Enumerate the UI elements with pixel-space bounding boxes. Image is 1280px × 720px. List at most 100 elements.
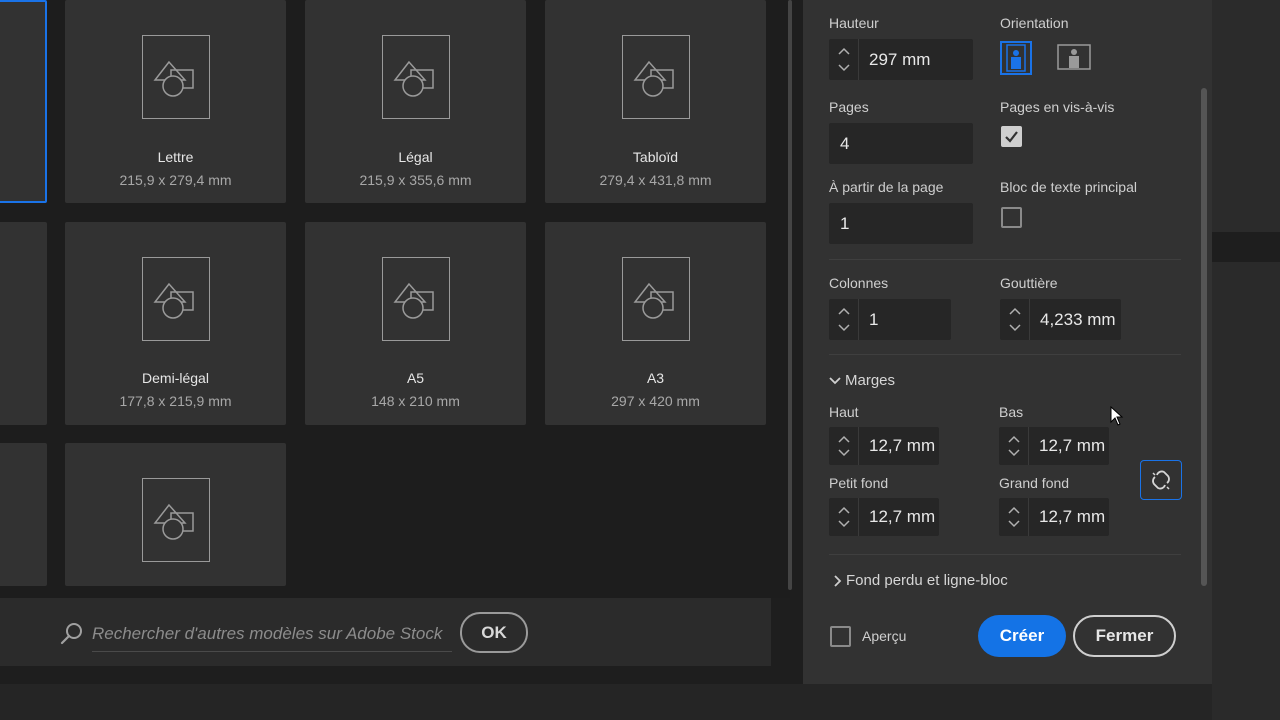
primary-text-frame-checkbox[interactable] <box>1001 207 1022 228</box>
mouse-cursor-icon <box>1110 406 1124 426</box>
preset-tile-lettre[interactable]: Lettre 215,9 x 279,4 mm <box>65 0 286 203</box>
document-icon <box>141 478 210 562</box>
bottom-margin-value: 12,7 mm <box>1039 436 1106 455</box>
gutter-value: 4,233 mm <box>1040 309 1116 329</box>
chevron-up-icon[interactable] <box>1008 435 1020 443</box>
columns-stepper[interactable] <box>829 299 859 340</box>
divider <box>829 259 1181 260</box>
chevron-down-icon[interactable] <box>1008 449 1020 457</box>
preset-size: 215,9 x 279,4 mm <box>119 172 232 188</box>
top-margin-field[interactable]: 12,7 mm <box>829 427 939 465</box>
preset-size: 297 x 420 mm <box>611 393 700 409</box>
preset-size: 148 x 210 mm <box>371 393 460 409</box>
inside-margin-label: Petit fond <box>829 475 889 491</box>
broken-link-icon <box>1152 470 1170 490</box>
portrait-icon <box>1006 44 1026 72</box>
chevron-down-icon[interactable] <box>1008 520 1020 528</box>
preset-tile-legal[interactable]: Légal 215,9 x 355,6 mm <box>305 0 526 203</box>
link-margins-button[interactable] <box>1140 460 1182 500</box>
orientation-label: Orientation <box>1000 15 1069 31</box>
pages-value: 4 <box>840 133 850 153</box>
preset-tile-partial[interactable] <box>0 222 47 425</box>
chevron-up-icon[interactable] <box>838 47 850 55</box>
grid-scrollbar[interactable] <box>788 0 792 590</box>
start-page-label: À partir de la page <box>829 179 944 195</box>
outside-margin-stepper[interactable] <box>999 498 1029 536</box>
bottom-margin-field[interactable]: 12,7 mm <box>999 427 1109 465</box>
columns-value: 1 <box>869 309 879 329</box>
top-margin-label: Haut <box>829 404 859 420</box>
height-field[interactable]: 297 mm <box>829 39 973 80</box>
background-region <box>1212 0 1280 232</box>
gutter-stepper[interactable] <box>1000 299 1030 340</box>
preset-tile-demi-legal[interactable]: Demi-légal 177,8 x 215,9 mm <box>65 222 286 425</box>
start-page-value: 1 <box>840 213 850 233</box>
margins-section-label: Marges <box>845 372 896 389</box>
chevron-down-icon[interactable] <box>1009 324 1021 332</box>
chevron-right-icon <box>834 575 842 587</box>
close-button[interactable]: Fermer <box>1073 615 1176 657</box>
bottom-margin-stepper[interactable] <box>999 427 1029 465</box>
preset-size: 279,4 x 431,8 mm <box>599 172 712 188</box>
preset-tile-a5[interactable]: A5 148 x 210 mm <box>305 222 526 425</box>
outside-margin-field[interactable]: 12,7 mm <box>999 498 1109 536</box>
bleed-section-label: Fond perdu et ligne-bloc <box>846 572 1008 589</box>
inside-margin-stepper[interactable] <box>829 498 859 536</box>
preset-name: A3 <box>646 370 665 386</box>
gutter-field[interactable]: 4,233 mm <box>1000 299 1121 340</box>
pages-label: Pages <box>829 99 869 115</box>
document-icon <box>621 35 690 119</box>
chevron-down-icon[interactable] <box>838 64 850 72</box>
top-margin-value: 12,7 mm <box>869 436 936 455</box>
chevron-up-icon[interactable] <box>838 435 850 443</box>
chevron-up-icon[interactable] <box>838 506 850 514</box>
ok-button[interactable]: OK <box>460 612 528 653</box>
preset-name: Lettre <box>157 149 194 165</box>
height-stepper[interactable] <box>829 39 859 80</box>
top-margin-stepper[interactable] <box>829 427 859 465</box>
outside-margin-value: 12,7 mm <box>1039 507 1106 526</box>
pages-field[interactable]: 4 <box>829 123 973 164</box>
preset-tile-a3[interactable]: A3 297 x 420 mm <box>545 222 766 425</box>
preview-label: Aperçu <box>862 628 907 644</box>
portrait-orientation-button[interactable] <box>1000 41 1032 75</box>
chevron-down-icon[interactable] <box>838 520 850 528</box>
height-label: Hauteur <box>829 15 879 31</box>
margins-section-toggle[interactable]: Marges <box>829 372 895 389</box>
chevron-down-icon <box>829 377 841 385</box>
start-page-field[interactable]: 1 <box>829 203 973 244</box>
preset-name: Tabloïd <box>632 149 679 165</box>
window-bottom-strip <box>0 684 1280 720</box>
inside-margin-field[interactable]: 12,7 mm <box>829 498 939 536</box>
preset-tile-selected[interactable] <box>0 0 47 203</box>
document-icon <box>381 257 450 341</box>
panel-scrollbar[interactable] <box>1201 88 1207 586</box>
preset-tile-row3[interactable] <box>65 443 286 586</box>
preset-tile-tabloid[interactable]: Tabloïd 279,4 x 431,8 mm <box>545 0 766 203</box>
chevron-up-icon[interactable] <box>1008 506 1020 514</box>
create-button[interactable]: Créer <box>978 615 1066 657</box>
chevron-up-icon[interactable] <box>1009 307 1021 315</box>
landscape-orientation-button[interactable] <box>1056 41 1092 75</box>
outside-margin-label: Grand fond <box>999 475 1070 491</box>
preset-size: 215,9 x 355,6 mm <box>359 172 472 188</box>
divider <box>829 554 1181 555</box>
document-icon <box>621 257 690 341</box>
gutter-label: Gouttière <box>1000 275 1058 291</box>
chevron-down-icon[interactable] <box>838 449 850 457</box>
chevron-up-icon[interactable] <box>838 307 850 315</box>
bleed-section-toggle[interactable]: Fond perdu et ligne-bloc <box>833 572 1008 589</box>
stock-search-input[interactable] <box>92 616 452 652</box>
height-value: 297 mm <box>869 49 931 69</box>
document-icon <box>141 35 210 119</box>
preview-checkbox[interactable] <box>830 626 851 647</box>
chevron-down-icon[interactable] <box>838 324 850 332</box>
document-icon <box>141 257 210 341</box>
divider <box>829 354 1181 355</box>
preset-tile-partial[interactable] <box>0 443 47 586</box>
columns-field[interactable]: 1 <box>829 299 951 340</box>
checkmark-icon <box>1005 131 1018 143</box>
columns-label: Colonnes <box>829 275 889 291</box>
facing-pages-checkbox[interactable] <box>1001 126 1022 147</box>
preset-name: Légal <box>398 149 433 165</box>
